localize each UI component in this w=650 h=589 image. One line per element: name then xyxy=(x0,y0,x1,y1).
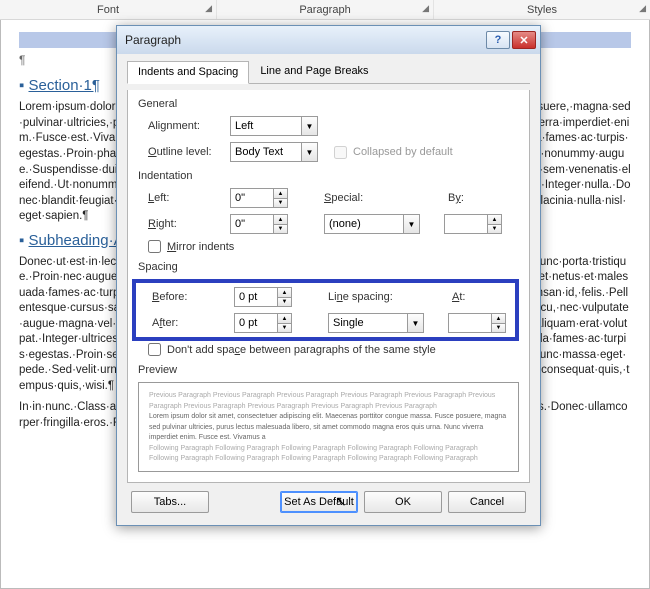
after-label: After: xyxy=(152,317,228,329)
by-label: By: xyxy=(448,192,478,204)
before-spinner[interactable]: ▲▼ xyxy=(234,287,292,307)
special-label: Special: xyxy=(324,192,390,204)
group-general-label: General xyxy=(138,98,519,110)
at-spinner[interactable]: ▲▼ xyxy=(448,313,506,333)
help-button[interactable]: ? xyxy=(486,31,510,49)
collapsed-label: Collapsed by default xyxy=(353,146,453,158)
by-spinner[interactable]: ▲▼ xyxy=(444,214,502,234)
mirror-indents-label: Mirror indents xyxy=(167,241,234,253)
spacing-highlight: Before: ▲▼ Line spacing: At: After: ▲▼ ▼… xyxy=(132,279,519,341)
spin-up-icon[interactable]: ▲ xyxy=(274,188,288,198)
ok-button[interactable]: OK xyxy=(364,491,442,513)
spin-up-icon[interactable]: ▲ xyxy=(278,287,292,297)
same-style-checkbox[interactable] xyxy=(148,343,161,356)
spin-down-icon[interactable]: ▼ xyxy=(488,224,502,234)
mirror-indents-checkbox[interactable] xyxy=(148,240,161,253)
spin-down-icon[interactable]: ▼ xyxy=(492,323,506,333)
spin-up-icon[interactable]: ▲ xyxy=(492,313,506,323)
dialog-titlebar[interactable]: Paragraph ? ✕ xyxy=(117,26,540,54)
preview-label: Preview xyxy=(138,364,519,376)
spin-down-icon[interactable]: ▼ xyxy=(274,198,288,208)
before-label: Before: xyxy=(152,291,228,303)
dropdown-icon[interactable]: ▼ xyxy=(408,313,424,333)
left-indent-spinner[interactable]: ▲▼ xyxy=(230,188,288,208)
group-spacing-label: Spacing xyxy=(138,261,519,273)
tab-line-page-breaks[interactable]: Line and Page Breaks xyxy=(249,60,379,83)
paragraph-dialog: Paragraph ? ✕ Indents and Spacing Line a… xyxy=(116,25,541,526)
cancel-button[interactable]: Cancel xyxy=(448,491,526,513)
close-button[interactable]: ✕ xyxy=(512,31,536,49)
dropdown-icon[interactable]: ▼ xyxy=(302,142,318,162)
spin-down-icon[interactable]: ▼ xyxy=(278,323,292,333)
ribbon-label: Paragraph xyxy=(299,4,350,16)
tab-indents-spacing[interactable]: Indents and Spacing xyxy=(127,61,249,84)
dialog-launcher-icon[interactable]: ◢ xyxy=(422,3,429,14)
line-spacing-label: Line spacing: xyxy=(328,291,408,303)
dialog-launcher-icon[interactable]: ◢ xyxy=(205,3,212,14)
spin-down-icon[interactable]: ▼ xyxy=(278,297,292,307)
left-indent-label: Left: xyxy=(148,192,224,204)
same-style-label: Don't add space between paragraphs of th… xyxy=(167,344,436,356)
ribbon-group-font[interactable]: Font ◢ xyxy=(0,0,217,19)
ribbon-group-paragraph[interactable]: Paragraph ◢ xyxy=(217,0,434,19)
mouse-cursor-icon: ↖ xyxy=(335,493,347,510)
spin-down-icon[interactable]: ▼ xyxy=(274,224,288,234)
spin-up-icon[interactable]: ▲ xyxy=(278,313,292,323)
alignment-label: Alignment: xyxy=(148,120,224,132)
at-label: At: xyxy=(452,291,482,303)
spin-up-icon[interactable]: ▲ xyxy=(274,214,288,224)
outline-label: Outline level: xyxy=(148,146,224,158)
ribbon-group-styles[interactable]: Styles ◢ xyxy=(434,0,650,19)
group-indent-label: Indentation xyxy=(138,170,519,182)
after-spinner[interactable]: ▲▼ xyxy=(234,313,292,333)
right-indent-label: Right: xyxy=(148,218,224,230)
line-spacing-combo[interactable]: ▼ xyxy=(328,313,424,333)
spin-up-icon[interactable]: ▲ xyxy=(488,214,502,224)
dialog-launcher-icon[interactable]: ◢ xyxy=(639,3,646,14)
alignment-combo[interactable]: ▼ xyxy=(230,116,318,136)
dialog-title: Paragraph xyxy=(125,33,484,47)
dropdown-icon[interactable]: ▼ xyxy=(302,116,318,136)
preview-box: Previous Paragraph Previous Paragraph Pr… xyxy=(138,382,519,472)
collapsed-checkbox xyxy=(334,146,347,159)
ribbon-label: Styles xyxy=(527,4,557,16)
right-indent-spinner[interactable]: ▲▼ xyxy=(230,214,288,234)
tabs-button[interactable]: Tabs... xyxy=(131,491,209,513)
dropdown-icon[interactable]: ▼ xyxy=(404,214,420,234)
special-combo[interactable]: ▼ xyxy=(324,214,420,234)
outline-combo[interactable]: ▼ xyxy=(230,142,318,162)
ribbon-label: Font xyxy=(97,4,119,16)
